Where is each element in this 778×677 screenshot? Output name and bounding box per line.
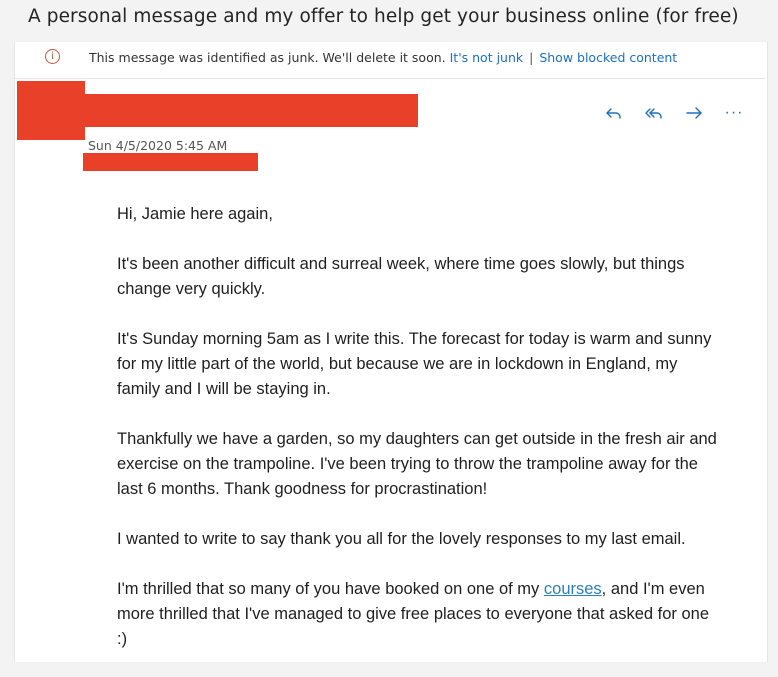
redacted-avatar [17, 81, 85, 140]
reply-button[interactable] [603, 102, 625, 124]
reply-all-icon [645, 108, 662, 119]
body-paragraph: It's been another difficult and surreal … [117, 255, 685, 298]
junk-message: This message was identified as junk. We'… [89, 50, 446, 65]
more-actions-icon[interactable]: ··· [723, 102, 745, 124]
info-icon: i [45, 49, 60, 64]
body-paragraph: It's Sunday morning 5am as I write this.… [117, 330, 712, 398]
reading-pane: i This message was identified as junk. W… [14, 42, 768, 662]
message-actions: ··· [603, 102, 745, 124]
redacted-sender-name [85, 94, 418, 127]
body-paragraph: Thankfully we have a garden, so my daugh… [117, 430, 717, 498]
body-paragraph: I'm thrilled that so many of you have bo… [117, 577, 717, 652]
body-paragraph: I wanted to write to say thank you all f… [117, 530, 686, 548]
redacted-recipient [83, 153, 258, 171]
body-paragraph: Hi, Jamie here again, [117, 205, 273, 223]
forward-icon [686, 107, 702, 119]
message-body: Hi, Jamie here again, It's been another … [117, 202, 717, 677]
not-junk-link[interactable]: It's not junk [450, 50, 524, 65]
reply-all-button[interactable] [643, 102, 665, 124]
reply-icon [606, 108, 621, 119]
body-text-segment: I'm thrilled that so many of you have bo… [117, 580, 544, 598]
forward-button[interactable] [683, 102, 705, 124]
show-blocked-content-link[interactable]: Show blocked content [539, 50, 677, 65]
sent-date: Sun 4/5/2020 5:45 AM [88, 138, 228, 153]
email-subject: A personal message and my offer to help … [28, 6, 739, 27]
junk-message-row: This message was identified as junk. We'… [89, 50, 677, 65]
courses-link[interactable]: courses [544, 580, 602, 598]
link-separator: | [529, 50, 534, 65]
junk-warning-bar: i This message was identified as junk. W… [15, 42, 765, 79]
